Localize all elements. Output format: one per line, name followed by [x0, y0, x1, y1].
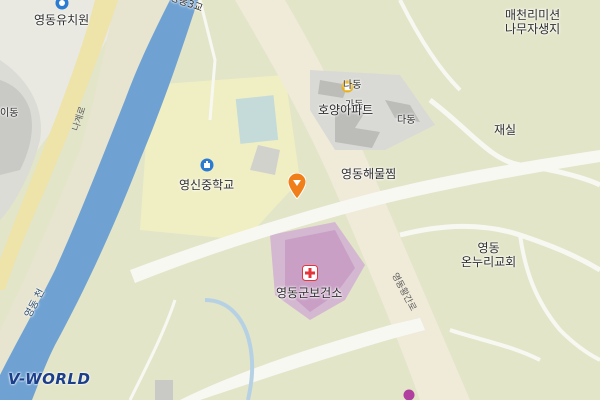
- map-base-layer: [0, 0, 600, 400]
- location-pin-icon[interactable]: [288, 173, 306, 199]
- kindergarten-label[interactable]: 영동유치원: [34, 11, 89, 28]
- church-label[interactable]: 영동 온누리교회: [461, 241, 516, 269]
- apartment-label[interactable]: 호양아파트: [318, 101, 373, 118]
- child-care-icon[interactable]: [55, 0, 69, 10]
- school-label[interactable]: 영신중학교: [179, 176, 234, 193]
- forest-label[interactable]: 매천리미션 나무자생지: [505, 8, 560, 36]
- building-da-label: 다동: [397, 115, 416, 126]
- restaurant-label[interactable]: 영동해물찜: [341, 165, 396, 182]
- jaesil-label[interactable]: 재실: [494, 121, 516, 138]
- building-left-label: 이동: [0, 108, 19, 119]
- vworld-logo: V-WORLD: [8, 370, 91, 388]
- map-view[interactable]: 영동유치원 영동3교 매천리미션 나무자생지 이동 나동 가동 다동 호양아파트…: [0, 0, 600, 400]
- poi-icon[interactable]: [403, 389, 415, 400]
- building-na-label: 나동: [343, 80, 362, 91]
- hospital-cross-icon[interactable]: [302, 265, 318, 281]
- school-icon[interactable]: [200, 158, 214, 172]
- health-center-label[interactable]: 영동군보건소: [276, 284, 342, 301]
